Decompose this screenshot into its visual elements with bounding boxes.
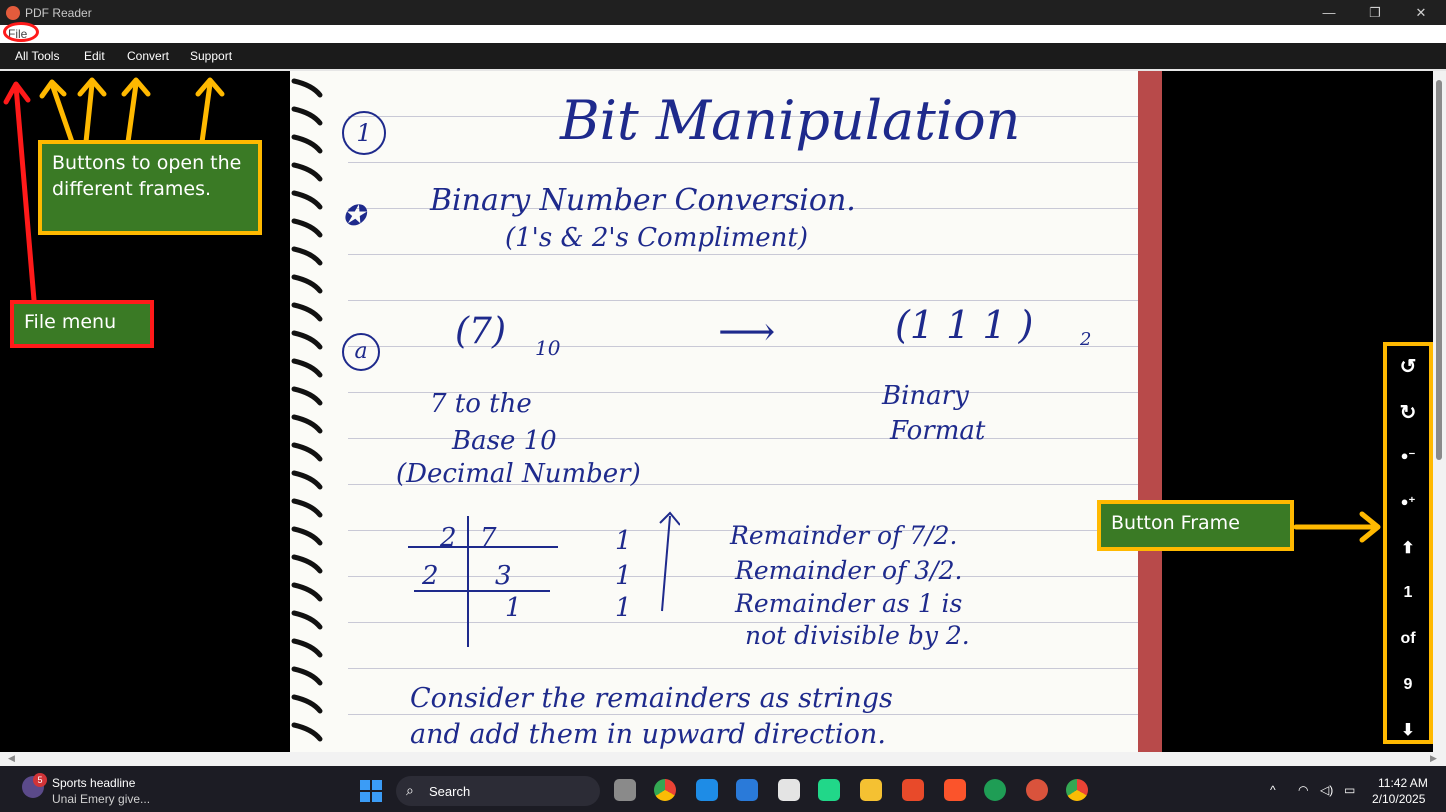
wifi-icon[interactable]: ◠ bbox=[1298, 783, 1308, 797]
windows-start-icon[interactable] bbox=[360, 780, 382, 802]
brave-icon[interactable] bbox=[944, 779, 966, 801]
buttons-callout: Buttons to open the different frames. bbox=[38, 140, 262, 235]
chrome-profile-icon[interactable] bbox=[1066, 779, 1088, 801]
battery-icon[interactable]: ▭ bbox=[1344, 783, 1355, 797]
task-view-icon[interactable] bbox=[614, 779, 636, 801]
taskbar bbox=[0, 766, 1446, 812]
vscode-icon[interactable] bbox=[736, 779, 758, 801]
news-badge: 5 bbox=[33, 773, 47, 787]
snipping-tool-icon[interactable] bbox=[778, 779, 800, 801]
office-icon[interactable] bbox=[902, 779, 924, 801]
clock-time[interactable]: 11:42 AM bbox=[1378, 776, 1428, 790]
button-frame-callout: Button Frame bbox=[1097, 500, 1294, 551]
pycharm-icon[interactable] bbox=[818, 779, 840, 801]
notes-app-icon[interactable] bbox=[696, 779, 718, 801]
clock-date[interactable]: 2/10/2025 bbox=[1372, 792, 1425, 806]
news-subtitle[interactable]: Unai Emery give... bbox=[52, 792, 150, 806]
search-label: Search bbox=[429, 784, 471, 799]
annotation-arrows bbox=[3, 77, 1381, 543]
file-menu-callout: File menu bbox=[10, 300, 154, 348]
volume-icon[interactable]: ◁) bbox=[1320, 783, 1333, 797]
chrome-icon[interactable] bbox=[654, 779, 676, 801]
file-explorer-icon[interactable] bbox=[860, 779, 882, 801]
mongodb-compass-icon[interactable] bbox=[984, 779, 1006, 801]
search-icon: ⌕ bbox=[406, 782, 414, 798]
tray-chevron-icon[interactable]: ^ bbox=[1270, 783, 1276, 797]
news-title[interactable]: Sports headline bbox=[52, 776, 135, 790]
taskbar-search[interactable]: ⌕ Search bbox=[396, 776, 600, 806]
pdf-reader-taskbar-icon[interactable] bbox=[1026, 779, 1048, 801]
